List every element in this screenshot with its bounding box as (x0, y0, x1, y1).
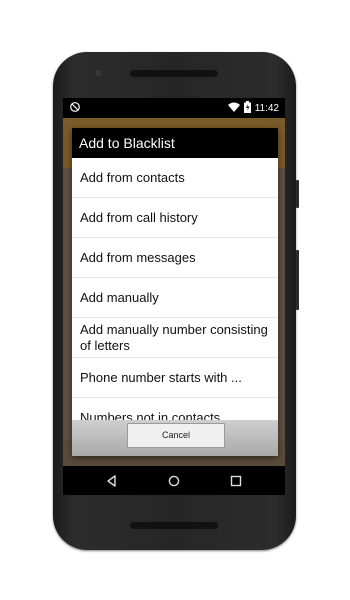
menu-item-add-from-contacts[interactable]: Add from contacts (72, 158, 278, 198)
earpiece-speaker (130, 70, 218, 77)
dialog-title: Add to Blacklist (72, 128, 278, 158)
front-camera (95, 70, 101, 76)
menu-item-add-manually[interactable]: Add manually (72, 278, 278, 318)
blocked-icon (69, 101, 81, 113)
bottom-speaker (130, 522, 218, 529)
menu-item-starts-with[interactable]: Phone number starts with ... (72, 358, 278, 398)
menu-item-add-from-messages[interactable]: Add from messages (72, 238, 278, 278)
status-clock: 11:42 (254, 102, 279, 114)
volume-button (296, 250, 299, 310)
home-icon[interactable] (166, 473, 182, 489)
dialog-footer: Cancel (72, 420, 278, 456)
back-icon[interactable] (104, 473, 120, 489)
power-button (296, 180, 299, 208)
navigation-bar (63, 466, 285, 495)
recents-icon[interactable] (228, 473, 244, 489)
wifi-icon (227, 102, 240, 115)
menu-item-add-from-call-history[interactable]: Add from call history (72, 198, 278, 238)
battery-icon (243, 100, 251, 116)
phone-screen: 11:42 Add to Blacklist Add from contacts… (63, 98, 285, 495)
menu-item-add-manually-letters[interactable]: Add manually number consisting of letter… (72, 318, 278, 358)
add-to-blacklist-dialog: Add to Blacklist Add from contacts Add f… (72, 128, 278, 456)
cancel-button[interactable]: Cancel (127, 423, 225, 448)
dialog-menu: Add from contacts Add from call history … (72, 158, 278, 438)
status-bar: 11:42 (63, 98, 285, 118)
